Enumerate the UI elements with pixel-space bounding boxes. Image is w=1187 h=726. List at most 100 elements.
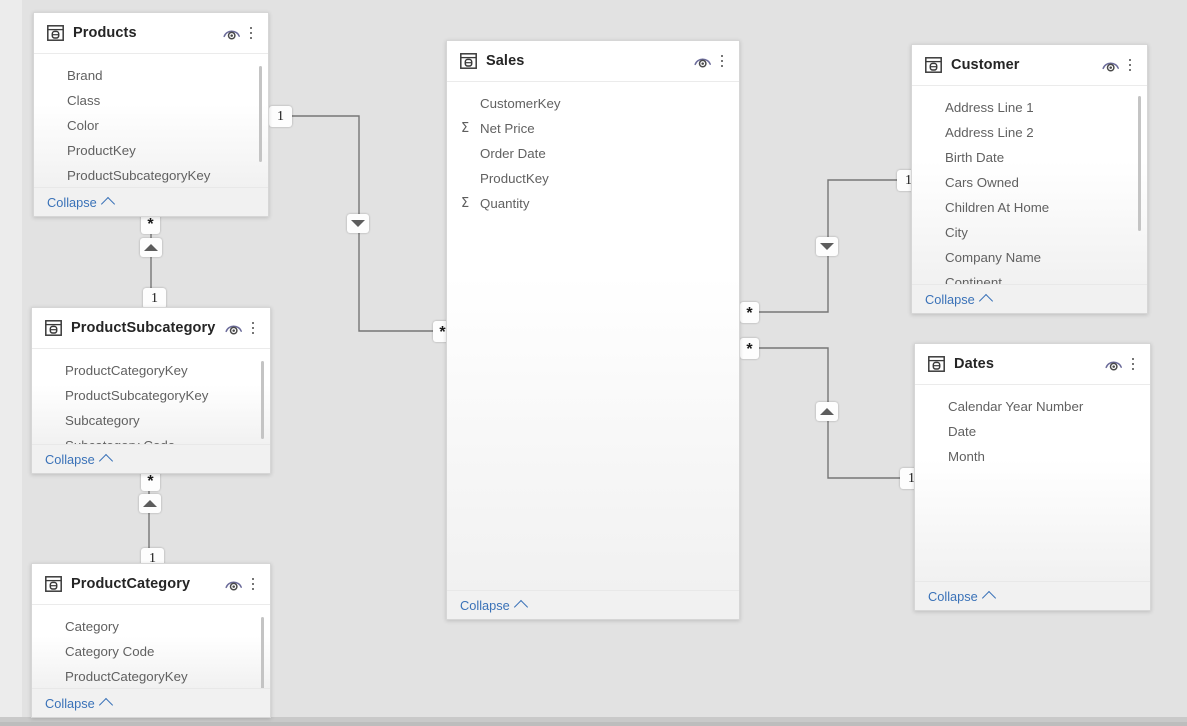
field-item[interactable]: Brand bbox=[34, 63, 268, 88]
field-item[interactable]: Σ Quantity bbox=[447, 191, 739, 216]
field-item[interactable]: Order Date bbox=[447, 141, 739, 166]
field-item[interactable]: ProductKey bbox=[34, 138, 268, 163]
cross-filter-direction-down-icon[interactable] bbox=[816, 237, 838, 256]
table-name: ProductCategory bbox=[71, 576, 191, 592]
field-label: Address Line 2 bbox=[945, 125, 1034, 140]
collapse-label: Collapse bbox=[45, 451, 95, 467]
field-item[interactable]: Σ Net Price bbox=[447, 116, 739, 141]
table-header[interactable]: Dates bbox=[915, 344, 1150, 385]
table-icon bbox=[928, 356, 945, 372]
more-options-icon[interactable] bbox=[1123, 55, 1137, 75]
table-name: ProductSubcategory bbox=[71, 320, 216, 336]
table-icon bbox=[45, 576, 62, 592]
table-card-dates[interactable]: Dates Calendar Year Number Date Month Collap… bbox=[914, 343, 1151, 611]
eye-icon[interactable] bbox=[224, 319, 244, 337]
field-list-scrollbar[interactable] bbox=[261, 361, 264, 439]
field-item[interactable]: Category bbox=[32, 614, 270, 639]
field-label: ProductSubcategoryKey bbox=[67, 168, 211, 183]
field-item[interactable]: Category Code bbox=[32, 639, 270, 664]
eye-icon[interactable] bbox=[1104, 355, 1124, 373]
cardinality-marker-one[interactable]: 1 bbox=[143, 288, 166, 309]
field-item[interactable]: Birth Date bbox=[912, 145, 1147, 170]
field-item[interactable]: Month bbox=[915, 444, 1150, 469]
collapse-button[interactable]: Collapse bbox=[447, 590, 739, 619]
cardinality-marker-many[interactable]: * bbox=[740, 302, 759, 323]
collapse-label: Collapse bbox=[928, 588, 978, 604]
field-item[interactable]: Children At Home bbox=[912, 195, 1147, 220]
more-options-icon[interactable] bbox=[715, 51, 729, 71]
collapse-label: Collapse bbox=[460, 597, 510, 613]
collapse-button[interactable]: Collapse bbox=[32, 444, 270, 473]
cross-filter-direction-up-icon[interactable] bbox=[816, 402, 838, 421]
cardinality-marker-many[interactable]: * bbox=[740, 338, 759, 359]
field-item[interactable]: Company Name bbox=[912, 245, 1147, 270]
more-options-icon[interactable] bbox=[246, 574, 260, 594]
field-list-scrollbar[interactable] bbox=[1138, 96, 1141, 231]
cross-filter-direction-down-icon[interactable] bbox=[347, 214, 369, 233]
table-card-customer[interactable]: Customer Address Line 1 Address Line 2 Birt… bbox=[911, 44, 1148, 314]
eye-icon[interactable] bbox=[1101, 56, 1121, 74]
field-list-scrollbar[interactable] bbox=[261, 617, 264, 688]
cross-filter-direction-up-icon[interactable] bbox=[140, 238, 162, 257]
chevron-up-icon bbox=[98, 697, 113, 712]
cross-filter-direction-up-icon[interactable] bbox=[139, 494, 161, 513]
table-name: Dates bbox=[954, 356, 994, 372]
table-card-productsubcategory[interactable]: ProductSubcategory ProductCategoryKey Prod… bbox=[31, 307, 271, 474]
field-item[interactable]: Class bbox=[34, 88, 268, 113]
field-list-scrollbar[interactable] bbox=[259, 66, 262, 162]
field-item[interactable]: ProductCategoryKey bbox=[32, 358, 270, 383]
table-icon bbox=[47, 25, 64, 41]
field-item[interactable]: Color bbox=[34, 113, 268, 138]
collapse-label: Collapse bbox=[925, 291, 975, 307]
chevron-up-icon bbox=[98, 453, 113, 468]
eye-icon[interactable] bbox=[693, 52, 713, 70]
field-item[interactable]: ProductSubcategoryKey bbox=[32, 383, 270, 408]
triangle-glyph bbox=[144, 244, 158, 251]
field-item[interactable]: ProductCategoryKey bbox=[32, 664, 270, 688]
collapse-button[interactable]: Collapse bbox=[32, 688, 270, 717]
table-header[interactable]: ProductSubcategory bbox=[32, 308, 270, 349]
field-item[interactable]: Calendar Year Number bbox=[915, 394, 1150, 419]
table-header[interactable]: Products bbox=[34, 13, 268, 54]
table-header[interactable]: ProductCategory bbox=[32, 564, 270, 605]
more-options-icon[interactable] bbox=[246, 318, 260, 338]
table-card-products[interactable]: Products Brand Class Color ProductKey Product… bbox=[33, 12, 269, 217]
model-canvas[interactable]: 1 * * 1 * 1 * 1 * 1 Products Brand Class Color Produc… bbox=[0, 0, 1187, 726]
field-item[interactable]: CustomerKey bbox=[447, 91, 739, 116]
more-options-icon[interactable] bbox=[1126, 354, 1140, 374]
field-item[interactable]: Subcategory Code bbox=[32, 433, 270, 444]
collapse-button[interactable]: Collapse bbox=[34, 187, 268, 216]
collapse-label: Collapse bbox=[45, 695, 95, 711]
field-list: Brand Class Color ProductKey ProductSubcateg… bbox=[34, 54, 268, 187]
field-item[interactable]: Address Line 2 bbox=[912, 120, 1147, 145]
field-label: City bbox=[945, 225, 968, 240]
field-item[interactable]: ProductKey bbox=[447, 166, 739, 191]
eye-icon[interactable] bbox=[224, 575, 244, 593]
field-item[interactable]: Cars Owned bbox=[912, 170, 1147, 195]
collapse-button[interactable]: Collapse bbox=[912, 284, 1147, 313]
field-item[interactable]: Continent bbox=[912, 270, 1147, 284]
horizontal-scrollbar-thumb[interactable] bbox=[0, 722, 1187, 726]
collapse-button[interactable]: Collapse bbox=[915, 581, 1150, 610]
field-item[interactable]: Address Line 1 bbox=[912, 95, 1147, 120]
table-header[interactable]: Sales bbox=[447, 41, 739, 82]
sigma-icon: Σ bbox=[461, 196, 470, 211]
table-card-productcategory[interactable]: ProductCategory Category Category Code Prod… bbox=[31, 563, 271, 718]
field-label: Brand bbox=[67, 68, 103, 83]
eye-icon[interactable] bbox=[222, 24, 242, 42]
more-options-icon[interactable] bbox=[244, 23, 258, 43]
horizontal-scrollbar[interactable] bbox=[0, 717, 1187, 726]
field-item[interactable]: ProductSubcategoryKey bbox=[34, 163, 268, 187]
triangle-glyph bbox=[820, 408, 834, 415]
field-label: ProductKey bbox=[480, 171, 549, 186]
field-item[interactable]: Subcategory bbox=[32, 408, 270, 433]
field-label: ProductCategoryKey bbox=[65, 363, 188, 378]
field-label: CustomerKey bbox=[480, 96, 561, 111]
table-header[interactable]: Customer bbox=[912, 45, 1147, 86]
field-item[interactable]: Date bbox=[915, 419, 1150, 444]
table-icon bbox=[925, 57, 942, 73]
cardinality-marker-one[interactable]: 1 bbox=[269, 106, 292, 127]
table-card-sales[interactable]: Sales CustomerKey Σ Net Price Order Date Prod… bbox=[446, 40, 740, 620]
field-label: Birth Date bbox=[945, 150, 1005, 165]
field-item[interactable]: City bbox=[912, 220, 1147, 245]
